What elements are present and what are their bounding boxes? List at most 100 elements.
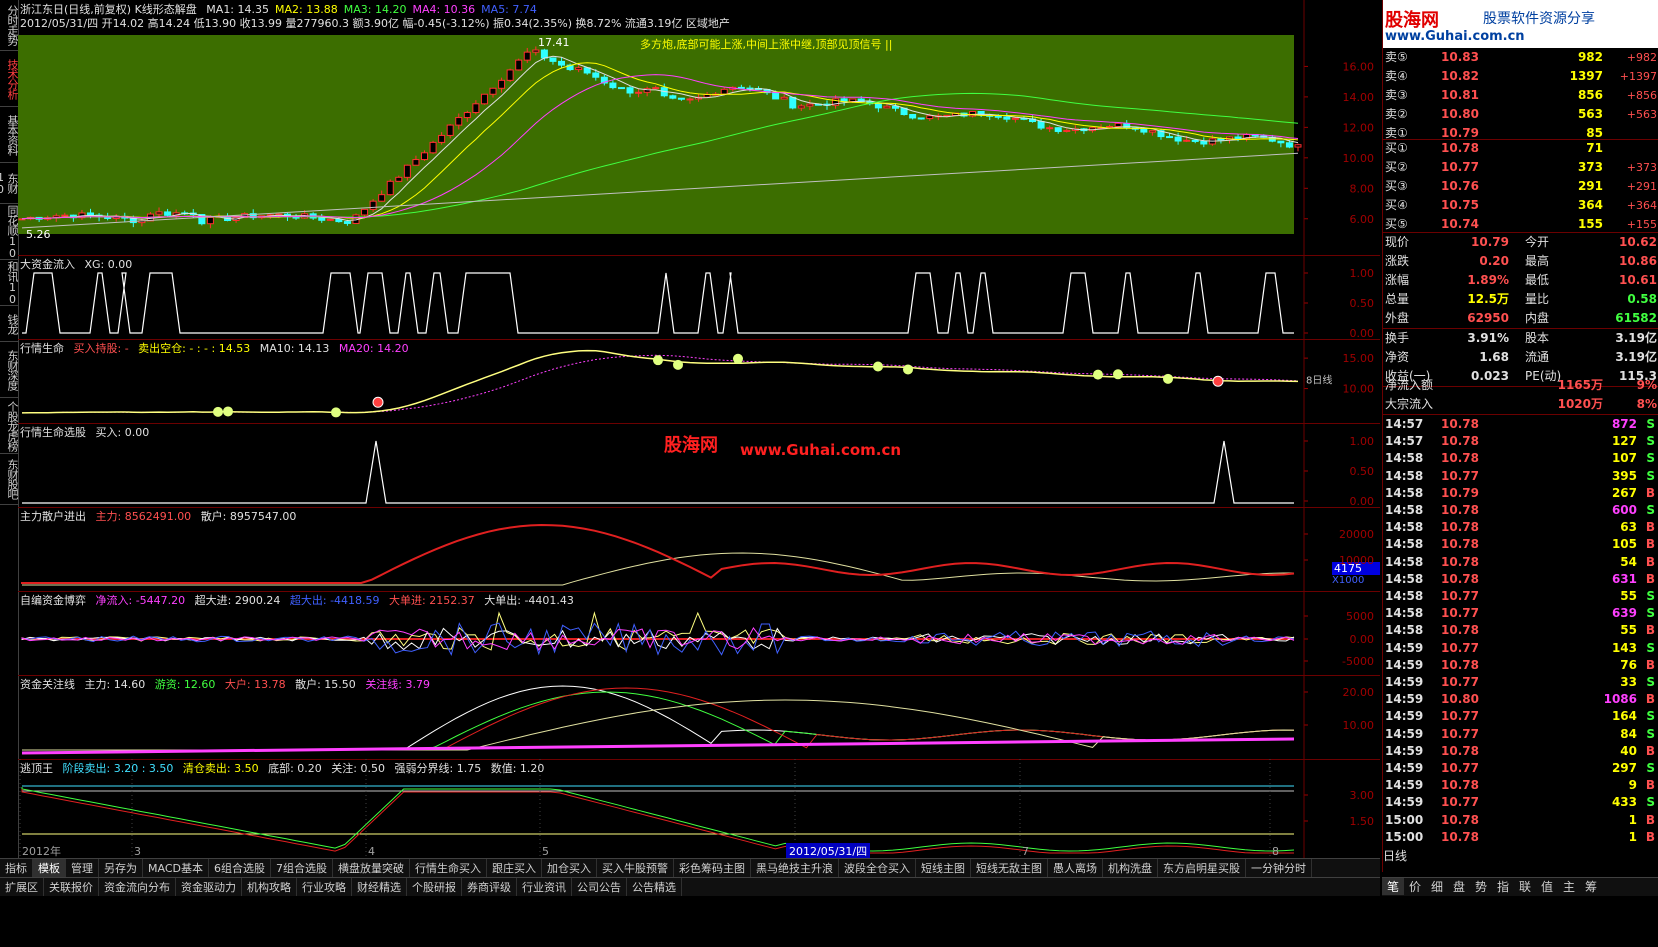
- indicator-tab[interactable]: 管理: [66, 859, 99, 877]
- indicator-tab[interactable]: 加仓买入: [542, 859, 597, 877]
- kline-main-pane[interactable]: 浙江东日(日线,前复权) K线形态解盘 MA1: 14.35 MA2: 13.88…: [18, 0, 1380, 256]
- indicator-tab[interactable]: 一分钟分时: [1246, 859, 1312, 877]
- indicator-tab[interactable]: 7组合选股: [271, 859, 333, 877]
- indicator-tab[interactable]: MACD基本: [143, 859, 209, 877]
- tick-row[interactable]: 14:59 10.77 297 S: [1383, 760, 1658, 777]
- tick-row[interactable]: 14:58 10.78 63 B: [1383, 519, 1658, 536]
- quote-tab[interactable]: 联: [1514, 878, 1536, 895]
- quote-tab[interactable]: 价: [1404, 878, 1426, 895]
- extension-tab[interactable]: 财经精选: [352, 878, 407, 896]
- left-tab[interactable]: 和讯10: [0, 260, 18, 306]
- flow-row: 大宗流入 1020万 8%: [1383, 395, 1658, 414]
- tick-row[interactable]: 14:59 10.78 9 B: [1383, 777, 1658, 794]
- tick-row[interactable]: 14:59 10.78 40 B: [1383, 743, 1658, 760]
- left-tab[interactable]: 个股龙虎榜: [0, 398, 18, 454]
- indicator-tab[interactable]: 模板: [33, 859, 66, 877]
- left-tab[interactable]: 东财深度: [0, 342, 18, 398]
- left-tab[interactable]: 分时走势: [0, 0, 18, 51]
- period-label[interactable]: 日线: [1383, 847, 1658, 864]
- indicator-tab[interactable]: 另存为: [99, 859, 143, 877]
- pane-1-svg[interactable]: 1.00 0.50 0.00: [18, 255, 1380, 339]
- quote-tab[interactable]: 盘: [1448, 878, 1470, 895]
- tick-row[interactable]: 14:59 10.77 433 S: [1383, 794, 1658, 811]
- indicator-tab[interactable]: 买入牛股预警: [597, 859, 674, 877]
- tick-row[interactable]: 14:58 10.78 105 B: [1383, 536, 1658, 553]
- tick-row[interactable]: 14:58 10.78 600 S: [1383, 502, 1658, 519]
- quote-tab[interactable]: 细: [1426, 878, 1448, 895]
- candle-body: [1037, 121, 1045, 129]
- tick-row[interactable]: 14:59 10.77 33 S: [1383, 674, 1658, 691]
- candle-body: [617, 87, 625, 90]
- indicator-tab[interactable]: 短线无敌主图: [971, 859, 1048, 877]
- indicator-tab[interactable]: 指标: [0, 859, 33, 877]
- tick-row[interactable]: 14:57 10.78 127 S: [1383, 433, 1658, 450]
- stat-value: 3.19亿: [1615, 350, 1657, 364]
- left-tab[interactable]: 东财股吧: [0, 454, 18, 505]
- extension-tab[interactable]: 资金流向分布: [99, 878, 176, 896]
- tick-row[interactable]: 14:59 10.78 76 B: [1383, 657, 1658, 674]
- indicator-tab[interactable]: 6组合选股: [209, 859, 271, 877]
- indicator-tab[interactable]: 短线主图: [916, 859, 971, 877]
- quote-tab[interactable]: 主: [1558, 878, 1580, 895]
- tick-row[interactable]: 14:58 10.77 639 S: [1383, 605, 1658, 622]
- indicator-tab[interactable]: 黑马绝技主升浪: [751, 859, 839, 877]
- kline-chart-svg[interactable]: 16.00 14.00 12.00 10.00 8.00 6.00 17.41 5.26 多方炮…: [18, 0, 1380, 255]
- pane-capital-game[interactable]: 自编资金博弈 净流入: -5447.20 超大进: 2900.24 超大出: -…: [18, 591, 1380, 676]
- left-tab[interactable]: 技术分析: [0, 51, 18, 107]
- left-tab[interactable]: 基本资料: [0, 107, 18, 163]
- tick-row[interactable]: 14:58 10.77 395 S: [1383, 468, 1658, 485]
- indicator-tab[interactable]: 东方启明星买股: [1158, 859, 1246, 877]
- site-logo[interactable]: 股海网 股票软件资源分享 www.Guhai.com.cn: [1383, 0, 1658, 48]
- quote-tab[interactable]: 指: [1492, 878, 1514, 895]
- quote-tab[interactable]: 势: [1470, 878, 1492, 895]
- tick-row[interactable]: 14:58 10.77 55 S: [1383, 588, 1658, 605]
- tick-row[interactable]: 14:59 10.77 143 S: [1383, 640, 1658, 657]
- indicator-tab[interactable]: 横盘放量突破: [333, 859, 410, 877]
- extension-tab[interactable]: 公告精选: [627, 878, 682, 896]
- pane-4-name: 主力散户进出: [20, 510, 86, 523]
- indicator-tab[interactable]: 愚人离场: [1048, 859, 1103, 877]
- extension-tab[interactable]: 扩展区: [0, 878, 44, 896]
- left-tab[interactable]: 同花顺10: [0, 204, 18, 260]
- indicator-tab[interactable]: 跟庄买入: [487, 859, 542, 877]
- pane-market-life[interactable]: 行情生命 买入持股: - 卖出空仓: - : - : 14.53 MA10: 1…: [18, 339, 1380, 424]
- tick-row[interactable]: 14:59 10.80 1086 B: [1383, 691, 1658, 708]
- tick-row[interactable]: 14:57 10.78 872 S: [1383, 416, 1658, 433]
- tick-row[interactable]: 14:58 10.78 55 B: [1383, 622, 1658, 639]
- pane-3-svg[interactable]: 1.00 0.50 0.00: [18, 423, 1380, 507]
- quote-tab[interactable]: 值: [1536, 878, 1558, 895]
- tick-row[interactable]: 14:58 10.78 54 B: [1383, 554, 1658, 571]
- pane-escape-top[interactable]: 逃顶王 阶段卖出: 3.20 : 3.50 清仓卖出: 3.50 底部: 0.2…: [18, 759, 1380, 858]
- tick-row[interactable]: 15:00 10.78 1 B: [1383, 829, 1658, 846]
- left-tab[interactable]: 钱龙: [0, 306, 18, 342]
- indicator-tab[interactable]: 机构洗盘: [1103, 859, 1158, 877]
- level-volume: 71: [1586, 141, 1603, 155]
- extension-tab[interactable]: 券商评级: [462, 878, 517, 896]
- indicator-tab[interactable]: 彩色筹码主图: [674, 859, 751, 877]
- pane-main-retail-flow[interactable]: 主力散户进出 主力: 8562491.00 散户: 8957547.00 417…: [18, 507, 1380, 592]
- extension-tab[interactable]: 资金驱动力: [176, 878, 242, 896]
- extension-tab[interactable]: 行业资讯: [517, 878, 572, 896]
- pane-capital-focus[interactable]: 资金关注线 主力: 14.60 游资: 12.60 大户: 13.78 散户: …: [18, 675, 1380, 760]
- extension-tab[interactable]: 机构攻略: [242, 878, 297, 896]
- tick-row[interactable]: 14:58 10.78 631 B: [1383, 571, 1658, 588]
- tick-row[interactable]: 15:00 10.78 1 B: [1383, 812, 1658, 829]
- indicator-tab[interactable]: 行情生命买入: [410, 859, 487, 877]
- quote-tab[interactable]: 笔: [1382, 878, 1404, 895]
- tick-row[interactable]: 14:59 10.77 84 S: [1383, 726, 1658, 743]
- indicator-tab[interactable]: 波段全仓买入: [839, 859, 916, 877]
- left-tab[interactable]: 东财10: [0, 163, 18, 204]
- level-change: +373: [1626, 161, 1657, 174]
- extension-tab[interactable]: 公司公告: [572, 878, 627, 896]
- tick-row[interactable]: 14:58 10.79 267 B: [1383, 485, 1658, 502]
- tick-row[interactable]: 14:58 10.78 107 S: [1383, 450, 1658, 467]
- extension-tab[interactable]: 行业攻略: [297, 878, 352, 896]
- quote-tab[interactable]: 筹: [1580, 878, 1602, 895]
- extension-tab[interactable]: 关联报价: [44, 878, 99, 896]
- chart-area[interactable]: 浙江东日(日线,前复权) K线形态解盘 MA1: 14.35 MA2: 13.88…: [18, 0, 1380, 872]
- extension-tab[interactable]: 个股研报: [407, 878, 462, 896]
- side-label: 8日线: [1306, 374, 1332, 387]
- pane-big-capital-inflow[interactable]: 大资金流入 XG: 0.00 1.00 0.50 0.00: [18, 255, 1380, 340]
- tick-row[interactable]: 14:59 10.77 164 S: [1383, 708, 1658, 725]
- pane-market-life-select[interactable]: 行情生命选股 买入: 0.00 股海网 www.Guhai.com.cn 1.0…: [18, 423, 1380, 508]
